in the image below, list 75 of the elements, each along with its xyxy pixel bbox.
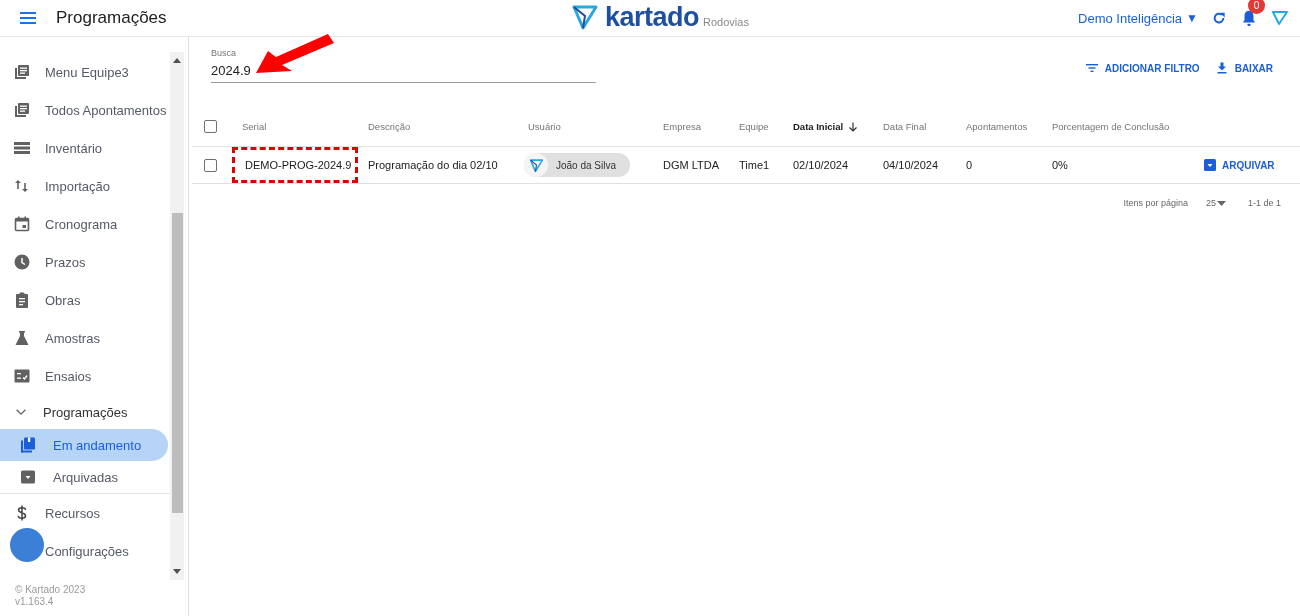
sidebar-item[interactable]: Programações	[0, 395, 170, 429]
list-icon	[14, 140, 30, 156]
logo-icon	[571, 3, 599, 31]
table-cell-text: Programação do dia 02/10	[367, 159, 499, 171]
organization-selector[interactable]: Demo Inteligência	[1078, 10, 1183, 26]
sort-arrow-icon[interactable]	[848, 121, 859, 132]
page-title: Programações	[56, 8, 167, 28]
sidebar-item[interactable]: Configurações	[0, 532, 170, 570]
sidebar-item[interactable]: Inventário	[0, 129, 170, 167]
sidebar-item[interactable]: Importação	[0, 167, 170, 205]
archive-box-icon	[20, 469, 36, 485]
caret-icon[interactable]: ▼	[1186, 11, 1198, 25]
search-label: Busca	[211, 48, 237, 58]
chat-bubble-button[interactable]	[10, 528, 44, 562]
sidebar-item[interactable]: Obras	[0, 281, 170, 319]
logo-subtitle: Rodovias	[703, 16, 749, 28]
serial-cell: DEMO-PROG-2024.9	[232, 147, 358, 183]
table-cell-text: Time1	[738, 159, 771, 171]
send-icon[interactable]	[1272, 10, 1288, 26]
column-header[interactable]: Descrição	[368, 121, 411, 132]
avatar-logo-icon	[528, 157, 544, 173]
row-checkbox[interactable]	[204, 158, 217, 172]
stacked-pages-icon	[14, 64, 30, 80]
checklist-icon	[14, 368, 30, 384]
table-cell-text: 04/10/2024	[882, 159, 940, 171]
table-cell-text: 0%	[1051, 159, 1069, 171]
sidebar-item[interactable]: Prazos	[0, 243, 170, 281]
refresh-icon[interactable]	[1212, 11, 1226, 25]
stacked-pages-icon	[14, 102, 30, 118]
dropdown-caret-icon	[1216, 200, 1226, 206]
clipboard-icon	[14, 292, 30, 308]
bell-icon[interactable]	[1240, 9, 1258, 27]
notification-badge: 0	[1248, 0, 1265, 14]
archive-button[interactable]: ARQUIVAR	[1194, 159, 1275, 171]
sidebar-subitem[interactable]: Em andamento	[0, 429, 168, 461]
column-header[interactable]: Porcentagem de Conclusão	[1052, 121, 1170, 132]
table-cell-text: 0	[965, 159, 974, 171]
scroll-down-icon[interactable]	[173, 569, 181, 574]
table-cell-text: DGM LTDA	[662, 159, 721, 171]
column-header[interactable]: Empresa	[663, 121, 701, 132]
column-header[interactable]: Serial	[242, 121, 267, 132]
page-size-selector[interactable]: 25	[1205, 198, 1226, 208]
column-header[interactable]: Equipe	[739, 121, 769, 132]
logo-name: kartado	[605, 3, 700, 31]
sidebar-item[interactable]: Recursos	[0, 494, 170, 532]
sidebar-item[interactable]: Todos Apontamentos	[0, 91, 170, 129]
sidebar-item[interactable]: Ensaios	[0, 357, 170, 395]
items-per-page-label: Itens por página	[1123, 198, 1188, 208]
add-filter-button[interactable]: ADICIONAR FILTRO	[1085, 62, 1200, 74]
sidebar-item[interactable]: Menu Equipe3	[0, 53, 170, 91]
clock-icon	[14, 254, 30, 270]
column-header[interactable]: Data Final	[883, 121, 927, 132]
download-button[interactable]: BAIXAR	[1215, 62, 1273, 74]
user-chip[interactable]: João da Silva	[524, 153, 631, 177]
book-icon	[20, 437, 36, 453]
flask-icon	[14, 330, 30, 346]
scrollbar[interactable]	[170, 52, 184, 580]
column-header[interactable]: Apontamentos	[966, 121, 1028, 132]
select-all-checkbox[interactable]	[204, 120, 217, 133]
sidebar-item[interactable]: Amostras	[0, 319, 170, 357]
sidebar-subitem[interactable]: Arquivadas	[0, 461, 168, 493]
swap-arrows-icon	[14, 178, 30, 194]
footer-text: © Kartado 2023	[15, 584, 87, 596]
calendar-icon	[14, 216, 30, 232]
menu-icon[interactable]	[20, 11, 36, 25]
archive-box-icon	[1204, 159, 1216, 171]
column-header[interactable]: Usuário	[528, 121, 561, 132]
filter-icon	[1085, 62, 1098, 74]
table-cell-text: 02/10/2024	[792, 159, 850, 171]
page-range: 1-1 de 1	[1247, 198, 1281, 208]
scroll-up-icon[interactable]	[173, 58, 181, 63]
download-icon	[1215, 62, 1228, 74]
sidebar-item[interactable]: Cronograma	[0, 205, 170, 243]
column-header[interactable]: Data Inicial	[793, 121, 844, 132]
footer-text: v1.163.4	[15, 596, 55, 608]
